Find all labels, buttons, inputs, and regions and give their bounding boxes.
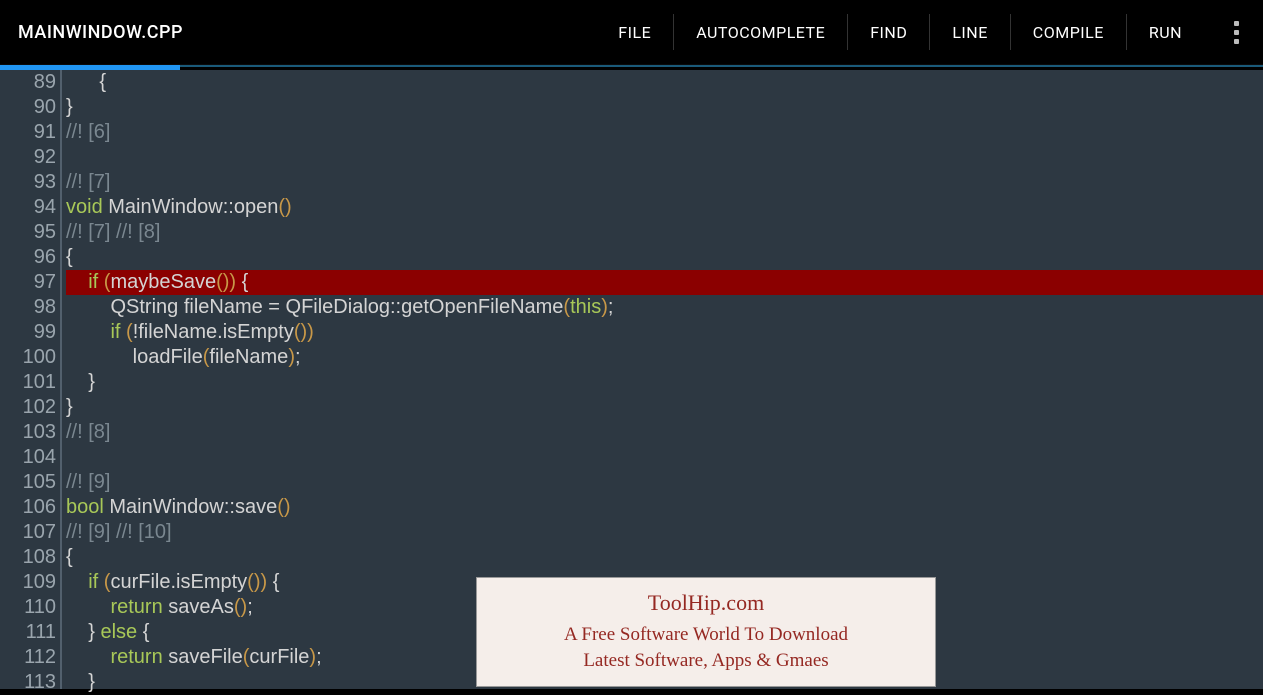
code-line[interactable] <box>66 445 1263 470</box>
code-line[interactable]: } <box>66 370 1263 395</box>
code-line[interactable]: } <box>66 95 1263 120</box>
menu-autocomplete[interactable]: AUTOCOMPLETE <box>673 14 847 50</box>
line-number[interactable]: 89 <box>0 70 56 95</box>
line-number[interactable]: 112 <box>0 645 56 670</box>
code-line[interactable]: loadFile(fileName); <box>66 345 1263 370</box>
code-line[interactable]: //! [7] <box>66 170 1263 195</box>
code-line[interactable]: //! [8] <box>66 420 1263 445</box>
code-line[interactable]: void MainWindow::open() <box>66 195 1263 220</box>
filename-tab[interactable]: MAINWINDOW.CPP <box>18 22 183 43</box>
watermark-line1: A Free Software World To Download <box>564 622 848 648</box>
line-number[interactable]: 105 <box>0 470 56 495</box>
code-line[interactable]: { <box>66 70 1263 95</box>
code-line[interactable]: { <box>66 545 1263 570</box>
line-number[interactable]: 106 <box>0 495 56 520</box>
line-number[interactable]: 104 <box>0 445 56 470</box>
line-number[interactable]: 90 <box>0 95 56 120</box>
line-number[interactable]: 97 <box>0 270 56 295</box>
line-number[interactable]: 108 <box>0 545 56 570</box>
line-number[interactable]: 102 <box>0 395 56 420</box>
watermark-line2: Latest Software, Apps & Gmaes <box>583 648 828 674</box>
main-menu: FILE AUTOCOMPLETE FIND LINE COMPILE RUN <box>596 0 1249 64</box>
menu-line[interactable]: LINE <box>929 14 1009 50</box>
line-number[interactable]: 91 <box>0 120 56 145</box>
line-number[interactable]: 101 <box>0 370 56 395</box>
code-line[interactable]: //! [7] //! [8] <box>66 220 1263 245</box>
gutter-divider <box>60 70 62 689</box>
line-number[interactable]: 94 <box>0 195 56 220</box>
app-header: MAINWINDOW.CPP FILE AUTOCOMPLETE FIND LI… <box>0 0 1263 65</box>
code-line[interactable]: //! [6] <box>66 120 1263 145</box>
code-line[interactable]: if (maybeSave()) { <box>66 270 1263 295</box>
code-line[interactable]: //! [9] <box>66 470 1263 495</box>
menu-run[interactable]: RUN <box>1126 14 1204 50</box>
line-number[interactable]: 95 <box>0 220 56 245</box>
menu-find[interactable]: FIND <box>847 14 929 50</box>
code-line[interactable]: bool MainWindow::save() <box>66 495 1263 520</box>
line-number[interactable]: 107 <box>0 520 56 545</box>
watermark-overlay: ToolHip.com A Free Software World To Dow… <box>476 577 936 687</box>
code-line[interactable]: //! [9] //! [10] <box>66 520 1263 545</box>
code-line[interactable]: { <box>66 245 1263 270</box>
line-number[interactable]: 92 <box>0 145 56 170</box>
menu-file[interactable]: FILE <box>596 14 673 50</box>
code-line[interactable] <box>66 145 1263 170</box>
code-line[interactable]: QString fileName = QFileDialog::getOpenF… <box>66 295 1263 320</box>
line-number[interactable]: 111 <box>0 620 56 645</box>
watermark-title: ToolHip.com <box>648 590 764 616</box>
line-number-gutter[interactable]: 8990919293949596979899100101102103104105… <box>0 70 62 689</box>
line-number[interactable]: 98 <box>0 295 56 320</box>
line-number[interactable]: 100 <box>0 345 56 370</box>
menu-compile[interactable]: COMPILE <box>1010 14 1126 50</box>
line-number[interactable]: 113 <box>0 670 56 695</box>
code-line[interactable]: if (!fileName.isEmpty()) <box>66 320 1263 345</box>
code-line[interactable]: } <box>66 395 1263 420</box>
line-number[interactable]: 93 <box>0 170 56 195</box>
line-number[interactable]: 103 <box>0 420 56 445</box>
line-number[interactable]: 110 <box>0 595 56 620</box>
line-number[interactable]: 99 <box>0 320 56 345</box>
line-number[interactable]: 96 <box>0 245 56 270</box>
overflow-menu-icon[interactable] <box>1204 21 1249 44</box>
line-number[interactable]: 109 <box>0 570 56 595</box>
